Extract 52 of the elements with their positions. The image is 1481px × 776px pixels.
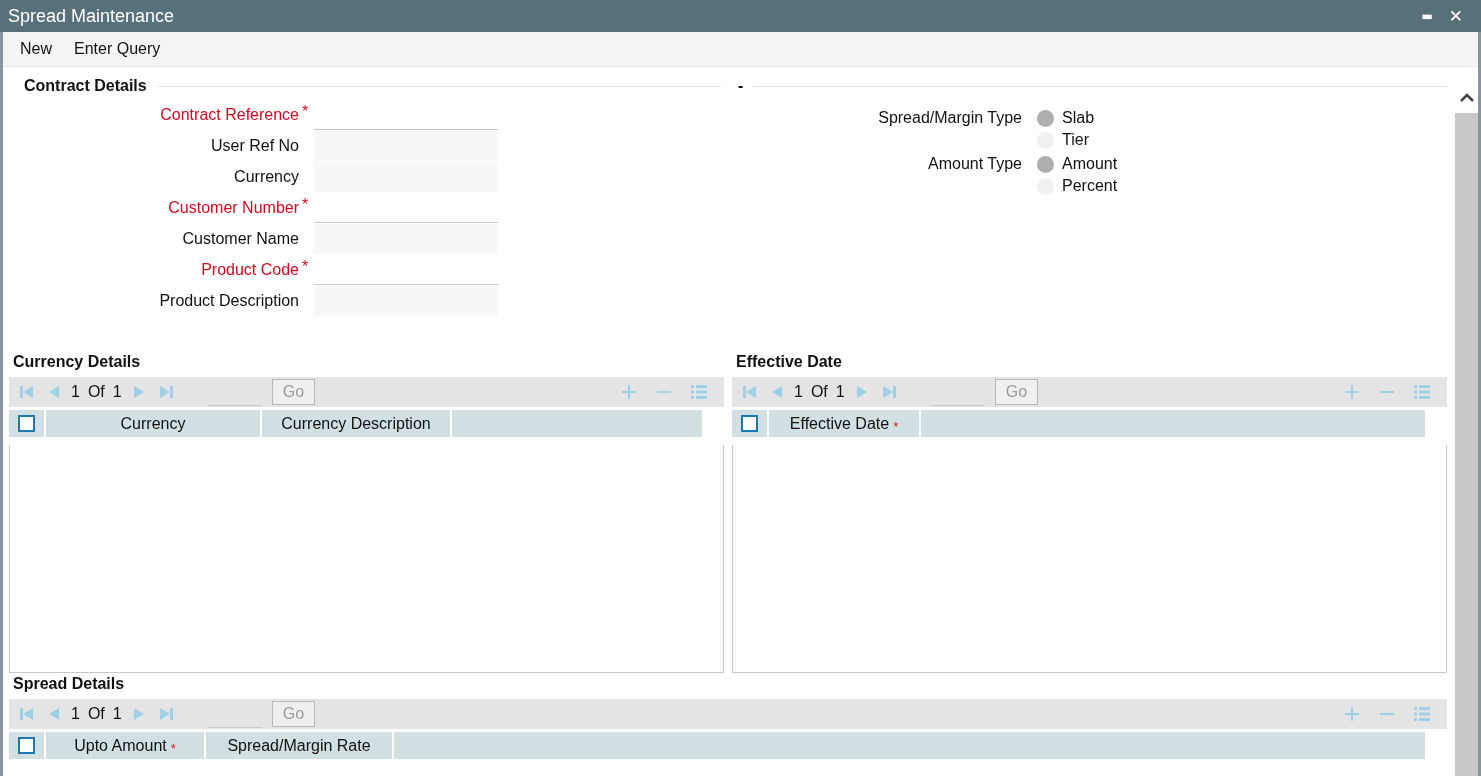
page-number: 1 (794, 383, 803, 401)
radio-group-label: Amount Type (927, 154, 1022, 174)
field-label: Currency (233, 167, 299, 186)
required-mark: * (170, 741, 176, 756)
field-label: Product Description (158, 291, 299, 310)
field-label: Customer Name (181, 229, 299, 248)
close-button[interactable]: ✕ (1440, 6, 1471, 26)
column-header: Upto Amount (74, 736, 167, 755)
chevron-up-icon (1458, 92, 1475, 102)
radio-label: Percent (1062, 177, 1118, 195)
input-field[interactable] (314, 130, 498, 161)
required-mark: * (301, 257, 310, 276)
section-title: Contract Details (24, 77, 147, 95)
select-all-checkbox[interactable] (741, 415, 758, 432)
field-label: Customer Number (167, 198, 299, 217)
section-title: Currency Details (13, 352, 142, 372)
page-count: 1 (112, 705, 122, 723)
input-field[interactable] (314, 285, 498, 316)
input-field[interactable] (314, 223, 498, 254)
radio-label: Amount (1062, 155, 1118, 173)
field-label: Contract Reference (159, 105, 299, 124)
page-count: 1 (835, 383, 845, 401)
radio-label: Tier (1062, 131, 1089, 149)
minimize-button[interactable]: ▬ (1413, 9, 1441, 23)
required-mark: * (301, 102, 310, 121)
required-mark: * (893, 419, 899, 434)
column-header: Currency Description (281, 414, 431, 433)
radio-group-label: Spread/Margin Type (877, 108, 1022, 128)
column-header: Effective Date (789, 414, 890, 433)
toolbar-button[interactable]: Enter Query (65, 36, 170, 62)
radio-button[interactable] (1037, 155, 1054, 173)
select-all-checkbox[interactable] (18, 737, 35, 754)
radio-label: Slab (1062, 109, 1095, 127)
section-title: Spread Details (13, 674, 126, 694)
scrollbar-thumb[interactable] (1455, 113, 1478, 776)
column-header: Spread/Margin Rate (227, 736, 371, 755)
field-label: Product Code (200, 260, 299, 279)
select-all-checkbox[interactable] (18, 415, 35, 432)
page-of-label: Of (87, 383, 105, 401)
field-label: User Ref No (209, 136, 299, 155)
page-number: 1 (71, 705, 80, 723)
page-count: 1 (112, 383, 122, 401)
page-of-label: Of (810, 383, 828, 401)
section-title: - (738, 77, 744, 95)
toolbar-button[interactable]: New (11, 36, 61, 62)
radio-button[interactable] (1037, 109, 1054, 127)
column-header: Currency (120, 414, 186, 433)
page-number: 1 (71, 383, 80, 401)
page-of-label: Of (87, 705, 105, 723)
section-title: Effective Date (736, 352, 843, 372)
required-mark: * (301, 195, 310, 214)
window-title: Spread Maintenance (8, 5, 176, 27)
